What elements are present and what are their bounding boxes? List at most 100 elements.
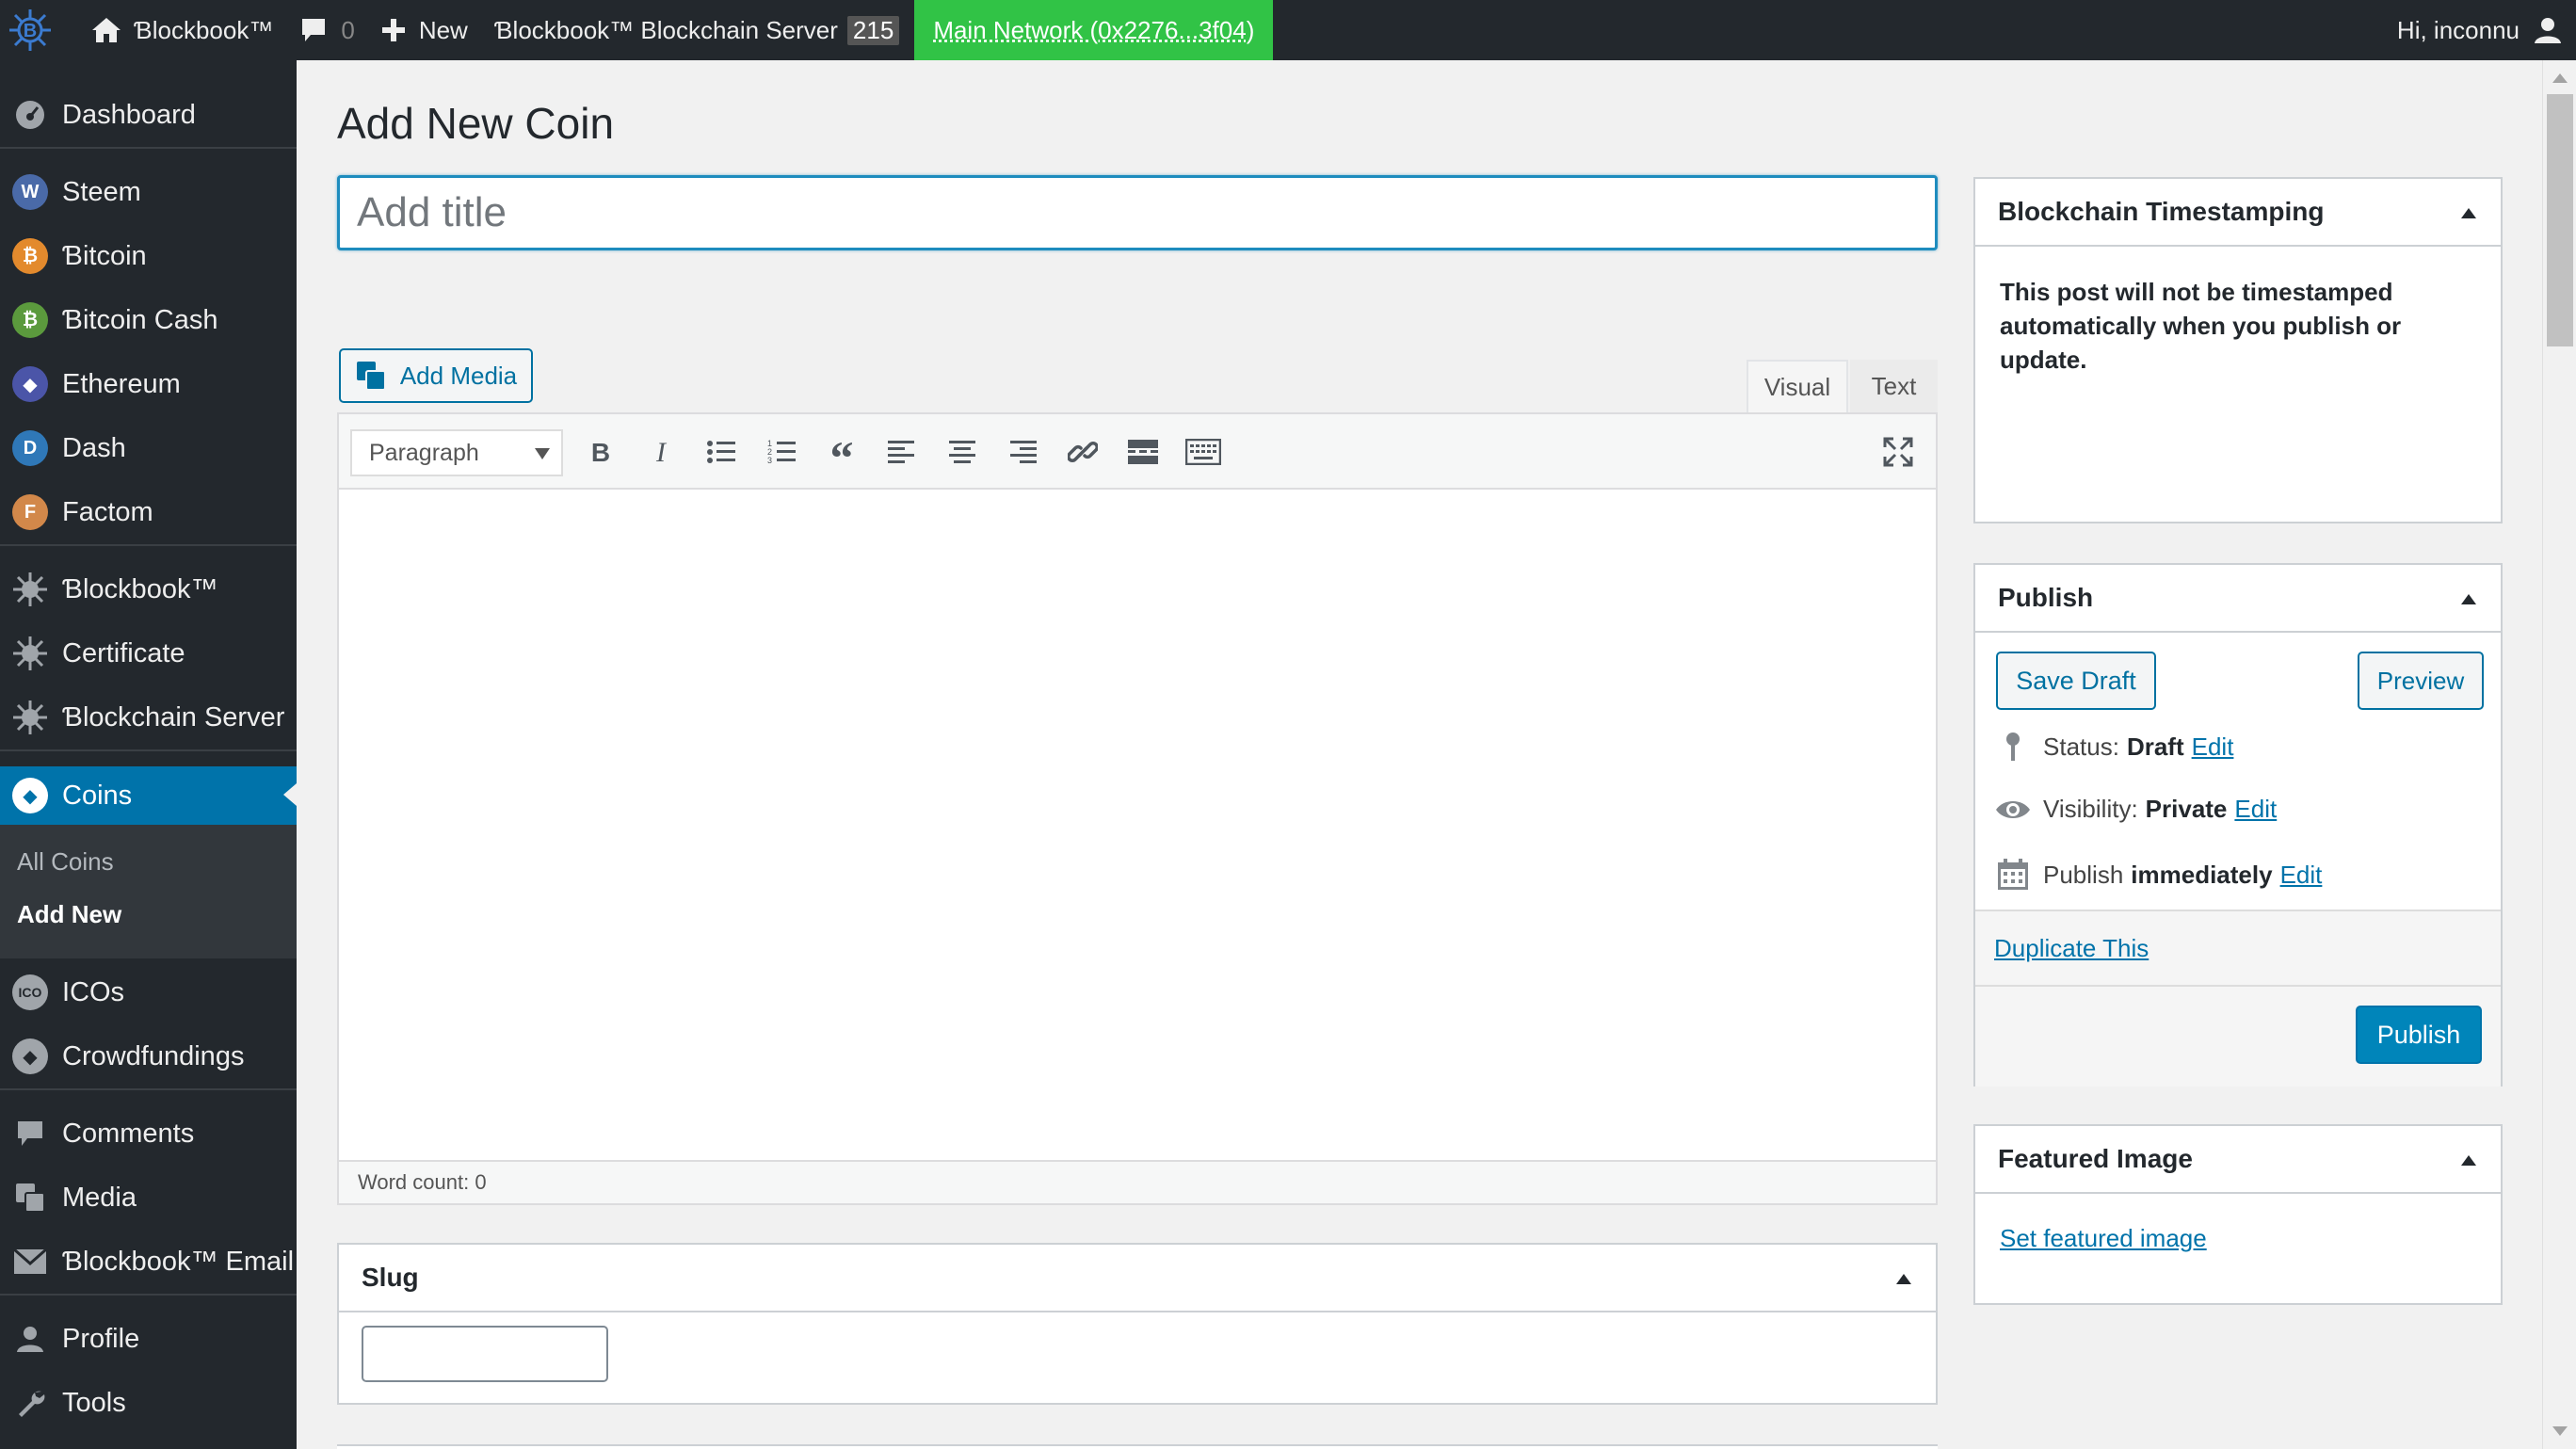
visibility-label: Visibility:	[2043, 795, 2138, 824]
site-home-link[interactable]: Ɓlockbook™	[77, 0, 286, 60]
visibility-value: Private	[2146, 795, 2228, 824]
next-metabox-edge	[337, 1444, 1938, 1449]
sidebar-item-bitcoin[interactable]: ₿ Ɓitcoin	[0, 228, 297, 284]
sidebar-item-comments[interactable]: Comments	[0, 1105, 297, 1162]
eye-icon	[1994, 797, 2032, 822]
preview-button[interactable]: Preview	[2358, 652, 2484, 710]
collapse-arrow-icon[interactable]	[1896, 1274, 1911, 1284]
scrollbar-thumb[interactable]	[2547, 94, 2573, 346]
sidebar-item-icos[interactable]: ICO ICOs	[0, 964, 297, 1021]
add-media-button[interactable]: Add Media	[339, 348, 533, 403]
collapse-arrow-icon[interactable]	[2461, 208, 2476, 218]
sidebar-item-label: Ɓitcoin Cash	[62, 305, 217, 336]
sidebar-item-certificate[interactable]: Certificate	[0, 625, 297, 682]
slug-metabox-header[interactable]: Slug	[339, 1245, 1936, 1312]
sidebar-item-bitcoin-cash[interactable]: ₿ Ɓitcoin Cash	[0, 292, 297, 348]
publish-date-row: Publish immediately Edit	[1994, 859, 2322, 891]
insert-link-button[interactable]	[1062, 431, 1103, 473]
edit-status-link[interactable]: Edit	[2192, 733, 2234, 762]
blockquote-button[interactable]: “	[821, 431, 862, 473]
dash-coin-icon: D	[11, 429, 49, 467]
tab-visual[interactable]: Visual	[1747, 360, 1848, 412]
align-left-button[interactable]	[881, 431, 923, 473]
timestamping-title: Blockchain Timestamping	[1998, 197, 2324, 227]
italic-icon: I	[650, 439, 672, 465]
editor-tools-bar: Add Media Visual Text	[337, 309, 1938, 412]
publish-button[interactable]: Publish	[2356, 1006, 2482, 1064]
sidebar-item-factom[interactable]: F Factom	[0, 484, 297, 540]
home-icon	[90, 16, 134, 44]
collapse-arrow-icon[interactable]	[2461, 594, 2476, 604]
blockbook-logo-icon[interactable]: B	[0, 0, 77, 60]
dashboard-gauge-icon	[11, 96, 49, 134]
visibility-row: Visibility: Private Edit	[1994, 795, 2277, 824]
publish-value: immediately	[2131, 861, 2272, 890]
menu-separator	[0, 1088, 297, 1090]
align-center-button[interactable]	[942, 431, 983, 473]
new-content-link[interactable]: New	[368, 0, 481, 60]
fullscreen-button[interactable]	[1877, 431, 1919, 473]
numbered-list-button[interactable]: 123	[761, 431, 802, 473]
submenu-item-add-new[interactable]: Add New	[17, 900, 121, 929]
featured-image-metabox-header[interactable]: Featured Image	[1975, 1126, 2501, 1194]
bold-button[interactable]: B	[580, 431, 621, 473]
my-account-link[interactable]: Hi, inconnu	[2384, 0, 2576, 60]
word-count: Word count: 0	[339, 1160, 1936, 1203]
coins-submenu: All Coins Add New	[0, 825, 297, 958]
toolbar-toggle-button[interactable]	[1183, 431, 1224, 473]
publish-metabox-header[interactable]: Publish	[1975, 565, 2501, 633]
sidebar-item-dash[interactable]: D Dash	[0, 420, 297, 476]
sidebar-item-blockbook-email[interactable]: Ɓlockbook™ Email	[0, 1233, 297, 1290]
post-title-input[interactable]	[337, 175, 1938, 250]
sidebar-item-media[interactable]: Media	[0, 1169, 297, 1226]
admin-sidebar: Dashboard W Steem ₿ Ɓitcoin ₿ Ɓitcoin Ca…	[0, 60, 297, 1449]
editor-toolbar: Paragraph B I 123 “	[339, 414, 1936, 490]
read-more-icon	[1128, 440, 1158, 464]
set-featured-image-link[interactable]: Set featured image	[2000, 1224, 2207, 1253]
read-more-button[interactable]	[1122, 431, 1164, 473]
comment-icon	[299, 16, 341, 44]
paragraph-format-select[interactable]: Paragraph	[350, 429, 563, 476]
server-count-badge: 215	[847, 16, 899, 45]
main-network-link[interactable]: Main Network (0x2276...3f04)	[914, 0, 1273, 60]
sidebar-item-dashboard[interactable]: Dashboard	[0, 87, 297, 143]
scroll-down-arrow-icon[interactable]	[2552, 1426, 2568, 1436]
save-draft-button[interactable]: Save Draft	[1996, 652, 2156, 710]
edit-publish-date-link[interactable]: Edit	[2280, 861, 2323, 890]
page-scrollbar[interactable]	[2542, 60, 2576, 1449]
certificate-star-icon	[11, 635, 49, 672]
slug-input[interactable]	[362, 1326, 608, 1382]
menu-separator	[0, 544, 297, 546]
align-right-button[interactable]	[1002, 431, 1043, 473]
sidebar-item-tools[interactable]: Tools	[0, 1375, 297, 1431]
edit-visibility-link[interactable]: Edit	[2234, 795, 2277, 824]
tab-text[interactable]: Text	[1850, 360, 1938, 412]
scroll-up-arrow-icon[interactable]	[2552, 73, 2568, 83]
sidebar-item-label: Crowdfundings	[62, 1041, 244, 1072]
sidebar-item-blockchain-server[interactable]: Ɓlockchain Server	[0, 689, 297, 746]
duplicate-this-link[interactable]: Duplicate This	[1994, 934, 2149, 963]
sidebar-item-blockbook[interactable]: Ɓlockbook™	[0, 561, 297, 618]
post-editor: Add Media Visual Text Paragraph B I 123	[337, 309, 1938, 1205]
blockchain-server-link[interactable]: Ɓlockbook™ Blockchain Server 215	[481, 0, 912, 60]
page-title: Add New Coin	[337, 98, 614, 149]
bulleted-list-button[interactable]	[700, 431, 742, 473]
sidebar-item-coins[interactable]: ◆ Coins	[0, 766, 297, 825]
comments-link[interactable]: 0	[286, 0, 367, 60]
sidebar-item-ethereum[interactable]: ◆ Ethereum	[0, 356, 297, 412]
sidebar-item-steem[interactable]: W Steem	[0, 164, 297, 220]
timestamping-metabox-header[interactable]: Blockchain Timestamping	[1975, 179, 2501, 247]
sidebar-item-profile[interactable]: Profile	[0, 1311, 297, 1367]
new-label: New	[419, 16, 468, 45]
collapse-arrow-icon[interactable]	[2461, 1155, 2476, 1166]
chevron-down-icon	[535, 448, 550, 459]
user-profile-icon	[11, 1320, 49, 1358]
italic-button[interactable]: I	[640, 431, 682, 473]
submenu-item-all-coins[interactable]: All Coins	[17, 847, 114, 877]
sidebar-item-label: Steem	[62, 177, 141, 208]
blockquote-icon: “	[828, 440, 856, 464]
add-media-label: Add Media	[400, 362, 517, 391]
editor-content-area[interactable]	[339, 490, 1936, 1158]
sidebar-item-label: Ethereum	[62, 369, 181, 400]
sidebar-item-crowdfundings[interactable]: ◆ Crowdfundings	[0, 1028, 297, 1085]
